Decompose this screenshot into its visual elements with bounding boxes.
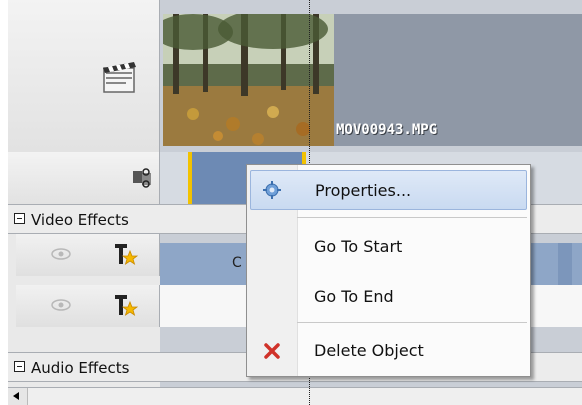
eye-icon[interactable]	[50, 247, 72, 261]
eye-icon[interactable]	[50, 298, 72, 312]
collapse-icon[interactable]	[14, 361, 25, 372]
effect-row-header	[16, 285, 160, 327]
gear-icon	[263, 181, 281, 199]
effect-star-icon[interactable]	[112, 242, 138, 268]
menu-separator	[297, 217, 527, 218]
horizontal-scrollbar[interactable]	[8, 387, 582, 405]
delete-x-icon	[264, 343, 280, 359]
menu-item-delete-object[interactable]: Delete Object	[250, 331, 527, 371]
video-effects-label: Video Effects	[31, 211, 129, 229]
context-menu: Properties... Go To Start Go To End Dele…	[246, 164, 531, 377]
effect-clip-label: C	[232, 255, 242, 271]
effect-star-icon[interactable]	[112, 293, 138, 319]
menu-item-label: Delete Object	[314, 341, 424, 360]
menu-item-label: Go To Start	[314, 237, 403, 256]
menu-item-label: Properties...	[315, 181, 412, 200]
menu-item-go-to-end[interactable]: Go To End	[250, 277, 527, 317]
collapse-icon[interactable]	[14, 213, 25, 224]
menu-item-go-to-start[interactable]: Go To Start	[250, 227, 527, 267]
video-track-header	[8, 0, 160, 152]
effect-row-header	[16, 234, 160, 276]
transition-track-header	[8, 152, 160, 204]
scroll-left-arrow-icon[interactable]	[8, 388, 28, 405]
transition-icon	[133, 168, 151, 188]
audio-effects-label: Audio Effects	[31, 359, 130, 377]
clip-filename: MOV00943.MPG	[336, 122, 438, 138]
menu-separator	[297, 322, 527, 323]
menu-item-label: Go To End	[314, 287, 394, 306]
clapperboard-icon	[103, 62, 136, 93]
menu-item-properties[interactable]: Properties...	[250, 170, 527, 210]
